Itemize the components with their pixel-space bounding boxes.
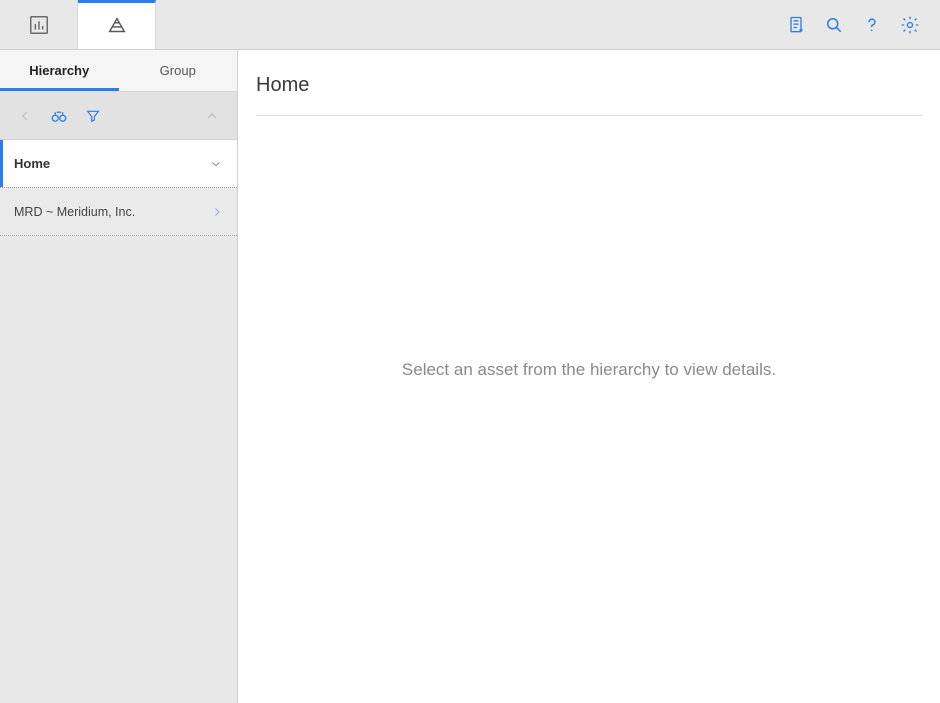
topbar-actions xyxy=(778,0,940,49)
tab-hierarchy[interactable] xyxy=(78,0,156,49)
filter-button[interactable] xyxy=(78,101,108,131)
settings-button[interactable] xyxy=(892,7,928,43)
dashboard-icon xyxy=(28,14,50,36)
topbar-tabs xyxy=(0,0,156,49)
sidebar-tab-hierarchy[interactable]: Hierarchy xyxy=(0,50,119,91)
tree-item-label: MRD ~ Meridium, Inc. xyxy=(14,205,135,219)
page-title: Home xyxy=(256,74,922,116)
hierarchy-icon xyxy=(106,15,128,37)
back-button xyxy=(10,101,40,131)
help-button[interactable] xyxy=(854,7,890,43)
chevron-up-icon xyxy=(204,108,220,124)
sidebar-toolbelt xyxy=(0,92,237,140)
chevron-right-icon xyxy=(211,206,223,218)
sidebar: Hierarchy Group xyxy=(0,50,238,703)
find-button[interactable] xyxy=(44,101,74,131)
collapse-button xyxy=(197,101,227,131)
search-icon xyxy=(824,15,844,35)
tab-dashboard[interactable] xyxy=(0,0,78,49)
tree-home-label: Home xyxy=(14,156,50,171)
chevron-left-icon xyxy=(18,109,32,123)
sidebar-tab-group[interactable]: Group xyxy=(119,50,238,91)
help-icon xyxy=(862,15,882,35)
content: Home Select an asset from the hierarchy … xyxy=(238,50,940,703)
search-button[interactable] xyxy=(816,7,852,43)
sidebar-tabs: Hierarchy Group xyxy=(0,50,237,92)
tree-item[interactable]: MRD ~ Meridium, Inc. xyxy=(0,188,237,236)
topbar xyxy=(0,0,940,50)
tree-home-row[interactable]: Home xyxy=(0,140,237,188)
gear-icon xyxy=(900,15,920,35)
sidebar-tab-label: Hierarchy xyxy=(29,63,89,78)
clipboard-button[interactable] xyxy=(778,7,814,43)
filter-icon xyxy=(85,108,101,124)
clipboard-icon xyxy=(786,15,806,35)
binoculars-icon xyxy=(50,107,68,125)
sidebar-tab-label: Group xyxy=(160,63,196,78)
empty-state-message: Select an asset from the hierarchy to vi… xyxy=(256,116,922,703)
chevron-down-icon xyxy=(209,157,223,171)
main: Hierarchy Group xyxy=(0,50,940,703)
topbar-spacer xyxy=(156,0,778,49)
